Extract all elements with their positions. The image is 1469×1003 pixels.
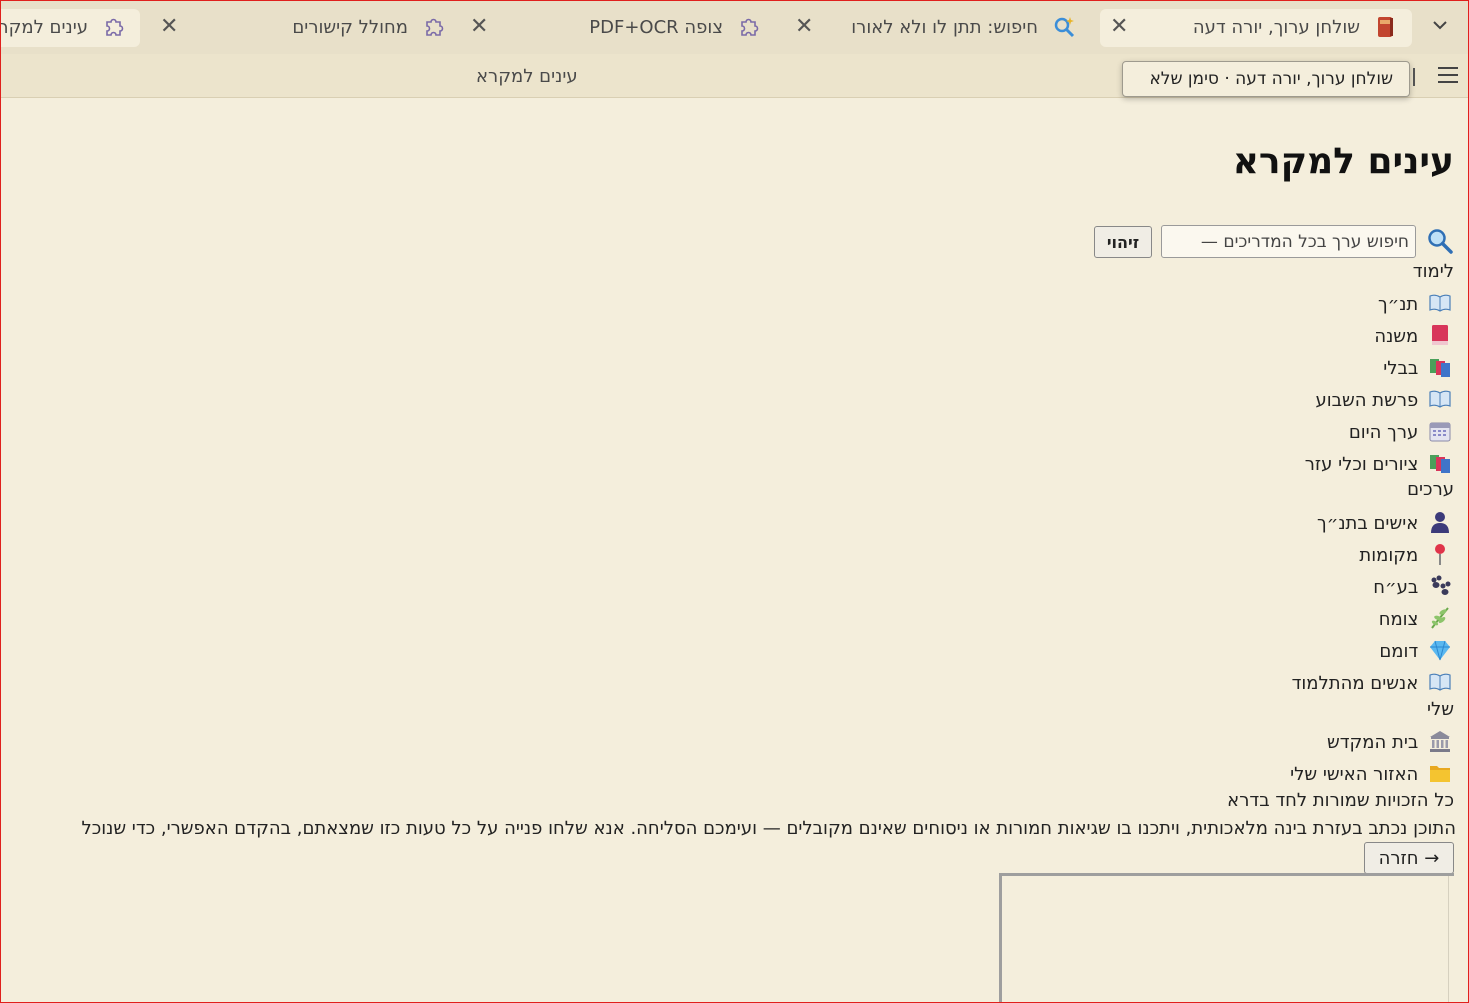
tab-search[interactable]: חיפוש: תתן לו ולא לאורו ✕ (785, 9, 1090, 47)
section-heading-entries: ערכים (1407, 479, 1454, 500)
nav-item-personal-area[interactable]: האזור האישי שלי (1290, 761, 1452, 789)
nav-item-label: אנשים מהתלמוד (1291, 673, 1419, 694)
temple-icon (1430, 731, 1450, 752)
nav-item-daily-entry[interactable]: ערך היום (1349, 419, 1452, 447)
nav-item-label: מקומות (1359, 545, 1419, 566)
puzzle-icon (106, 18, 124, 36)
tab-einayim-lamikra[interactable]: עינים למקרא (1, 9, 140, 47)
page-heading: עינים למקרא (1232, 141, 1454, 182)
herb-icon (1431, 607, 1449, 629)
nav-item-label: צומח (1378, 609, 1419, 630)
nav-item-label: משנה (1374, 326, 1419, 347)
copyright-notice: כל הזכויות שמורות לחד בדרא (1227, 790, 1454, 811)
nav-item-tanakh[interactable]: תנ״ך (1378, 291, 1452, 319)
nav-item-tanakh-figures[interactable]: אישים בתנ״ך (1317, 510, 1452, 538)
nav-item-bavli[interactable]: בבלי (1383, 355, 1452, 383)
tab-shulchan-aruch[interactable]: שולחן ערוך, יורה דעה ✕ (1100, 9, 1412, 47)
nav-item-label: אישים בתנ״ך (1317, 513, 1419, 534)
scrollbar[interactable] (1448, 876, 1454, 1002)
nav-item-plants[interactable]: צומח (1379, 606, 1452, 634)
search-sparkle-icon (1054, 17, 1075, 38)
folder-icon (1430, 766, 1450, 782)
book-icon (1378, 17, 1393, 37)
embedded-frame (999, 873, 1454, 1002)
books-icon (1430, 455, 1450, 473)
nav-item-label: בע״ח (1373, 577, 1419, 598)
close-icon[interactable]: ✕ (160, 14, 178, 39)
nav-item-label: תנ״ך (1377, 294, 1419, 315)
open-book-icon (1429, 673, 1451, 691)
close-icon[interactable]: ✕ (795, 14, 813, 39)
nav-item-label: האזור האישי שלי (1290, 764, 1419, 785)
chevron-down-icon[interactable] (1430, 15, 1450, 35)
nav-item-label: בבלי (1383, 358, 1419, 379)
pin-icon (1435, 544, 1445, 565)
red-book-icon (1432, 325, 1448, 345)
divider (1413, 68, 1416, 86)
back-button[interactable]: → חזרה (1364, 842, 1454, 874)
tab-title: צופה PDF+OCR (589, 17, 723, 38)
nav-item-mishnah[interactable]: משנה (1374, 323, 1452, 351)
search-row: זיהוי (994, 225, 1454, 259)
open-book-icon (1429, 390, 1451, 408)
nav-item-talmud-figures[interactable]: אנשים מהתלמוד (1292, 670, 1452, 698)
tab-title: עינים למקרא (1, 17, 88, 38)
paw-icon (1431, 575, 1451, 595)
tab-title: שולחן ערוך, יורה דעה (1192, 17, 1360, 38)
nav-item-places[interactable]: מקומות (1359, 542, 1452, 570)
close-icon[interactable]: ✕ (470, 14, 488, 39)
nav-item-label: בית המקדש (1326, 732, 1419, 753)
nav-item-parasha[interactable]: פרשת השבוע (1315, 387, 1452, 415)
tab-pdf-viewer[interactable]: צופה PDF+OCR ✕ (460, 9, 775, 47)
puzzle-icon (741, 18, 759, 36)
nav-item-label: פרשת השבוע (1315, 390, 1419, 411)
person-icon (1431, 512, 1449, 533)
puzzle-icon (426, 18, 444, 36)
close-icon[interactable]: ✕ (1110, 14, 1128, 39)
search-input[interactable] (1161, 225, 1416, 258)
main-content: עינים למקרא זיהוי לימוד תנ״ך משנה בבלי פ… (1, 98, 1468, 1002)
tab-link-generator[interactable]: מחולל קישורים ✕ (150, 9, 460, 47)
nav-item-illustrations[interactable]: ציורים וכלי עזר (1305, 451, 1452, 479)
section-heading-learning: לימוד (1412, 261, 1454, 282)
nav-item-label: דומם (1379, 641, 1419, 662)
tab-title: מחולל קישורים (292, 17, 408, 38)
tab-title: חיפוש: תתן לו ולא לאורו (851, 17, 1038, 38)
nav-item-label: ציורים וכלי עזר (1304, 454, 1419, 475)
nav-item-temple[interactable]: בית המקדש (1327, 729, 1452, 757)
nav-item-animals[interactable]: בע״ח (1373, 574, 1452, 602)
ai-disclaimer: התוכן נכתב בעזרת בינה מלאכותית, ויתכנו ב… (81, 818, 1456, 839)
open-book-icon (1429, 294, 1451, 312)
section-heading-mine: שלי (1426, 699, 1454, 720)
search-icon (1428, 229, 1453, 254)
tooltip: שולחן ערוך, יורה דעה · סימן שלא (1122, 61, 1410, 97)
books-icon (1430, 359, 1450, 377)
tab-bar: שולחן ערוך, יורה דעה ✕ חיפוש: תתן לו ולא… (1, 1, 1468, 54)
nav-item-label: ערך היום (1348, 422, 1419, 443)
app-window: שולחן ערוך, יורה דעה ✕ חיפוש: תתן לו ולא… (0, 0, 1469, 1003)
menu-icon[interactable] (1438, 67, 1458, 85)
gem-icon (1430, 640, 1450, 661)
identify-button[interactable]: זיהוי (1094, 226, 1152, 258)
calendar-icon (1429, 422, 1451, 442)
page-title: עינים למקרא (476, 66, 578, 87)
nav-item-inanimate[interactable]: דומם (1379, 638, 1452, 666)
